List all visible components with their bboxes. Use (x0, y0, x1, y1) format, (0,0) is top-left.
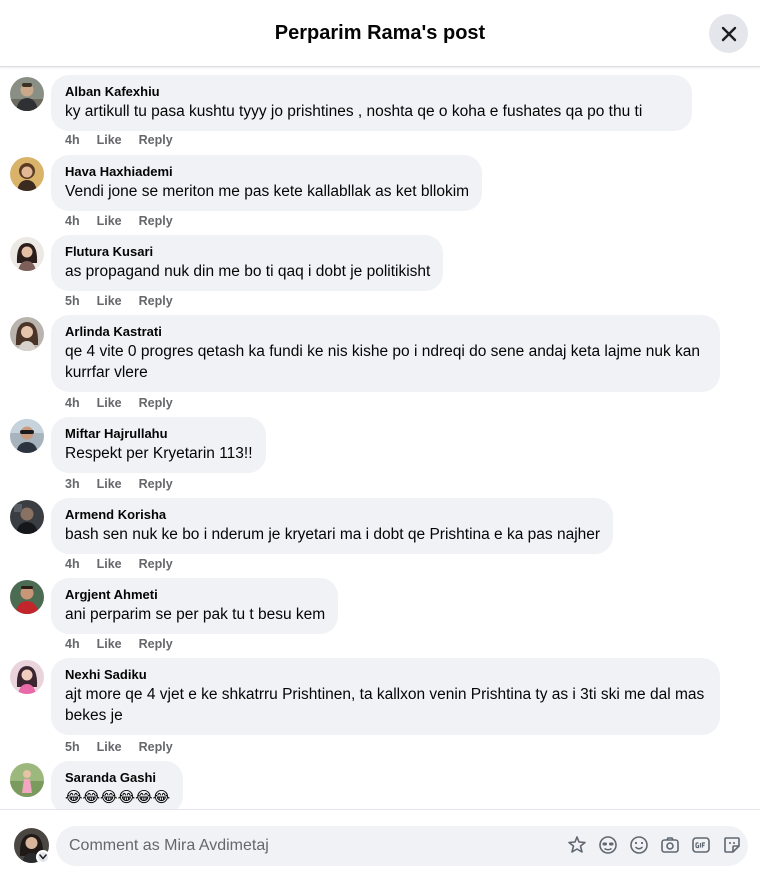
comment-author[interactable]: Flutura Kusari (65, 243, 430, 260)
avatar-sticker-button[interactable] (567, 835, 587, 855)
comment-time[interactable]: 4h (65, 214, 80, 228)
avatar[interactable] (10, 77, 44, 111)
comment-bubble: Arlinda Kastrati qe 4 vite 0 progres qet… (51, 315, 720, 392)
reply-button[interactable]: Reply (139, 740, 173, 754)
avatar-sticker-icon (568, 836, 586, 853)
reply-button[interactable]: Reply (139, 396, 173, 410)
close-button[interactable] (709, 14, 748, 53)
comment-text: as propagand nuk din me bo ti qaq i dobt… (65, 263, 431, 280)
gif-button[interactable] (691, 835, 711, 855)
comment-author[interactable]: Argjent Ahmeti (65, 586, 325, 603)
comment-actions: 4h Like Reply (65, 214, 173, 228)
comment-actions: 5h Like Reply (65, 294, 173, 308)
like-button[interactable]: Like (97, 133, 122, 147)
composer-tools (567, 835, 742, 855)
chevron-down-icon (39, 854, 47, 860)
comment-author[interactable]: Alban Kafexhiu (65, 83, 679, 100)
camera-icon (661, 837, 679, 853)
comment-actions: 4h Like Reply (65, 396, 173, 410)
reply-button[interactable]: Reply (139, 214, 173, 228)
comment-bubble: Hava Haxhiademi Vendi jone se meriton me… (51, 155, 483, 211)
avatar[interactable] (10, 763, 44, 797)
gif-icon (692, 837, 710, 853)
comment-author[interactable]: Nexhi Sadiku (65, 666, 707, 683)
avatar[interactable] (10, 660, 44, 694)
comment-time[interactable]: 5h (65, 294, 80, 308)
comment-actions: 5h Like Reply (65, 740, 173, 754)
avatar[interactable] (10, 419, 44, 453)
smiley-icon (630, 836, 648, 854)
comment-time[interactable]: 3h (65, 477, 80, 491)
like-button[interactable]: Like (97, 740, 122, 754)
avatar[interactable] (10, 317, 44, 351)
comment-time[interactable]: 4h (65, 637, 80, 651)
post-dialog-header: Perparim Rama's post (0, 0, 760, 67)
comment-time[interactable]: 4h (65, 396, 80, 410)
like-button[interactable]: Like (97, 214, 122, 228)
comments-list[interactable]: Alban Kafexhiu ky artikull tu pasa kusht… (0, 67, 760, 809)
reply-button[interactable]: Reply (139, 133, 173, 147)
avatar[interactable] (10, 157, 44, 191)
comment-author[interactable]: Miftar Hajrullahu (65, 425, 253, 442)
comment-time[interactable]: 5h (65, 740, 80, 754)
comment-bubble: Alban Kafexhiu ky artikull tu pasa kusht… (51, 75, 692, 131)
emoji-button[interactable] (629, 835, 649, 855)
dialog-title: Perparim Rama's post (274, 21, 486, 44)
comment-author[interactable]: Saranda Gashi (65, 769, 170, 786)
reply-button[interactable]: Reply (139, 557, 173, 571)
like-button[interactable]: Like (97, 294, 122, 308)
comment-bubble: Armend Korisha bash sen nuk ke bo i nder… (51, 498, 614, 554)
reply-button[interactable]: Reply (139, 637, 173, 651)
comment-bubble: Flutura Kusari as propagand nuk din me b… (51, 235, 444, 291)
comment-actions: 4h Like Reply (65, 133, 173, 147)
comment-bubble: Saranda Gashi 😂😂😂😂😂😂 (51, 761, 184, 809)
comment-bubble: Miftar Hajrullahu Respekt per Kryetarin … (51, 417, 266, 473)
sticker-icon (724, 837, 740, 853)
comment-bubble: Argjent Ahmeti ani perparim se per pak t… (51, 578, 339, 634)
avatar[interactable] (10, 580, 44, 614)
comment-text: bash sen nuk ke bo i nderum je kryetari … (65, 526, 601, 543)
comment-text: Vendi jone se meriton me pas kete kallab… (65, 183, 470, 200)
emoji-face-button[interactable] (598, 835, 618, 855)
comment-actions: 4h Like Reply (65, 637, 173, 651)
like-button[interactable]: Like (97, 396, 122, 410)
comment-actions: 4h Like Reply (65, 557, 173, 571)
comment-time[interactable]: 4h (65, 133, 80, 147)
comment-emoji-text: 😂😂😂😂😂😂 (65, 789, 171, 806)
comment-text: ky artikull tu pasa kushtu tyyy jo prish… (65, 103, 643, 120)
comment-bubble: Nexhi Sadiku ajt more qe 4 vjet e ke shk… (51, 658, 720, 735)
comment-text: qe 4 vite 0 progres qetash ka fundi ke n… (65, 343, 701, 381)
comment-author[interactable]: Armend Korisha (65, 506, 600, 523)
comment-text: Respekt per Kryetarin 113!! (65, 445, 253, 462)
avatar[interactable] (10, 500, 44, 534)
reply-button[interactable]: Reply (139, 294, 173, 308)
comment-time[interactable]: 4h (65, 557, 80, 571)
comment-author[interactable]: Hava Haxhiademi (65, 163, 469, 180)
comment-author[interactable]: Arlinda Kastrati (65, 323, 707, 340)
profile-switch-chevron[interactable] (36, 850, 50, 864)
comment-composer (0, 809, 760, 877)
like-button[interactable]: Like (97, 557, 122, 571)
sticker-button[interactable] (722, 835, 742, 855)
close-icon (721, 26, 736, 41)
photo-button[interactable] (660, 835, 680, 855)
reply-button[interactable]: Reply (139, 477, 173, 491)
emoji-face-icon (599, 836, 617, 854)
comment-text: ani perparim se per pak tu t besu kem (65, 606, 326, 623)
like-button[interactable]: Like (97, 637, 122, 651)
comment-text: ajt more qe 4 vjet e ke shkatrru Prishti… (65, 686, 705, 724)
like-button[interactable]: Like (97, 477, 122, 491)
avatar[interactable] (10, 237, 44, 271)
comment-actions: 3h Like Reply (65, 477, 173, 491)
